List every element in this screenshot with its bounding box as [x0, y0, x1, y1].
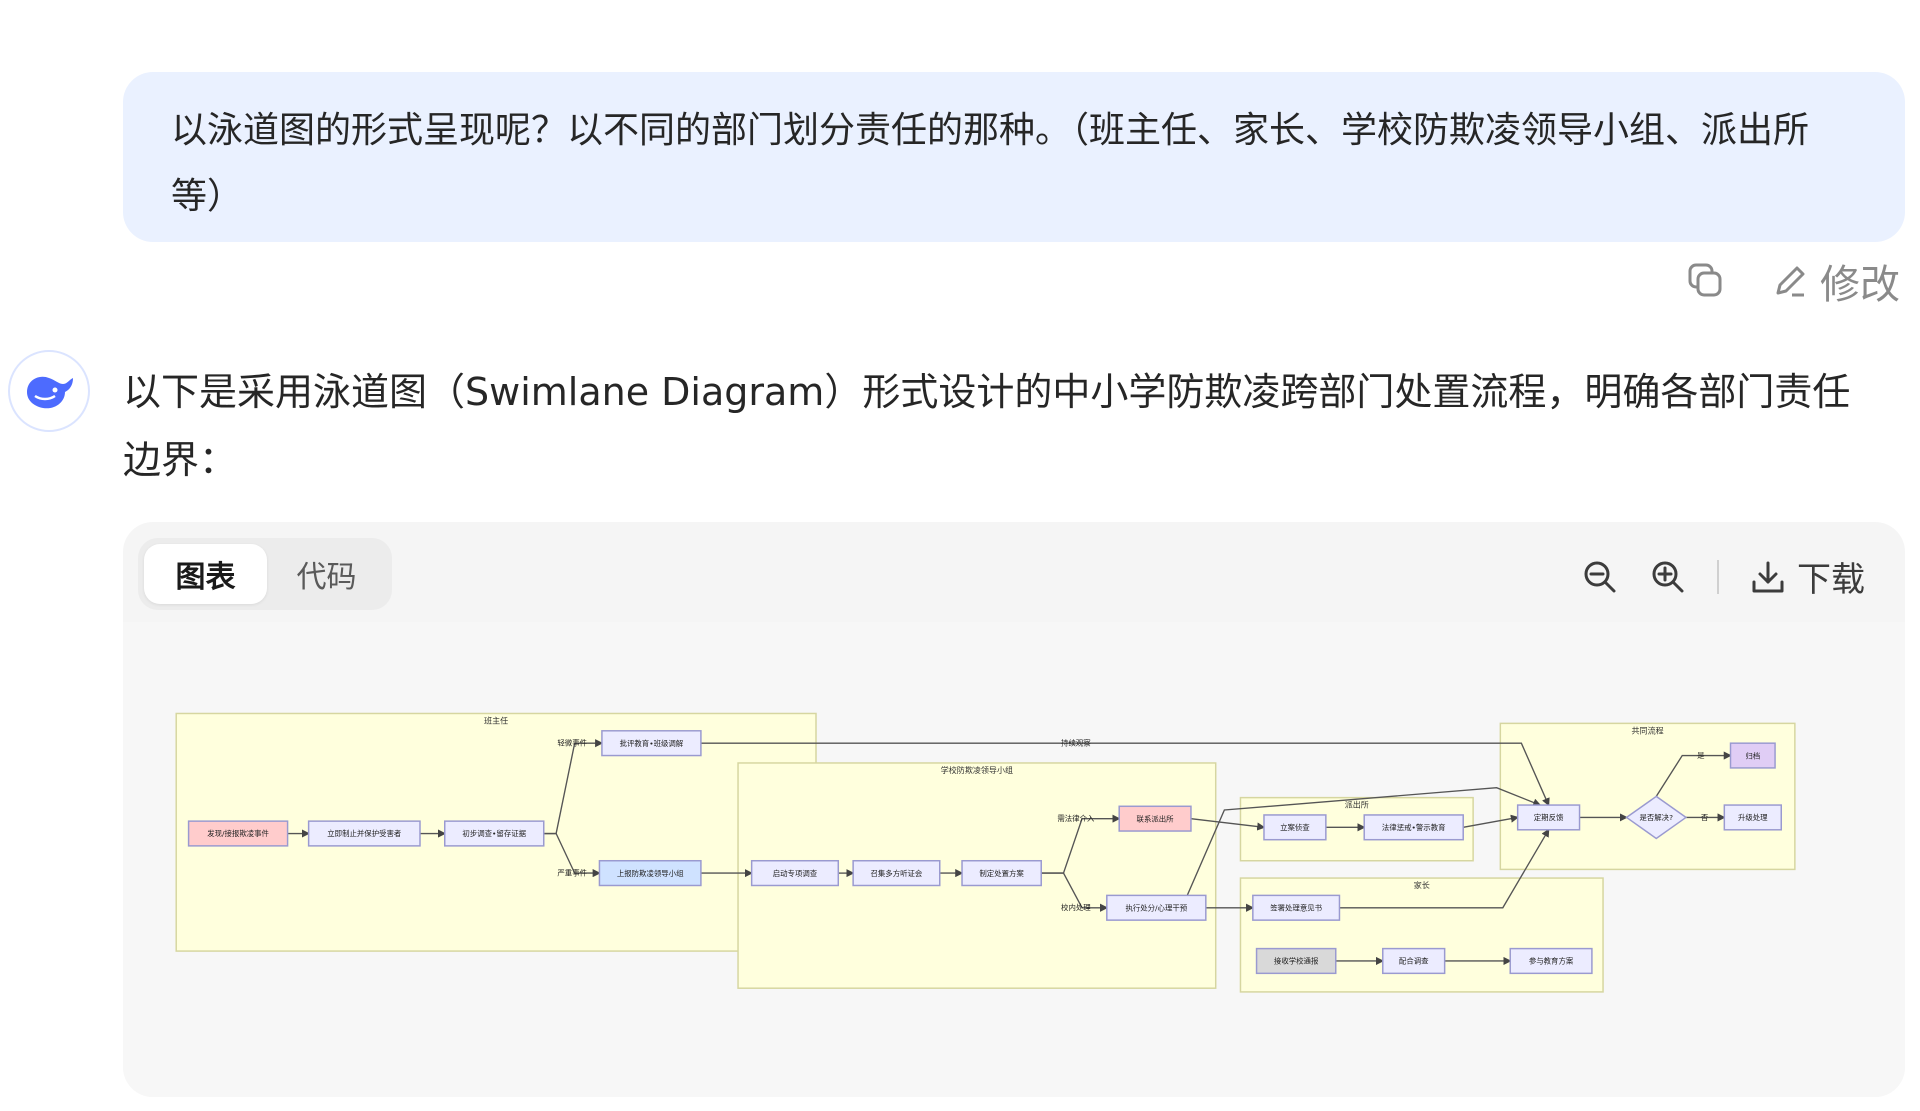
flow-node-n17[interactable]: 定期反馈 [1516, 804, 1581, 831]
flow-node-n4[interactable]: 批评教育•班级调解 [601, 730, 702, 757]
zoom-in-button[interactable] [1649, 558, 1687, 596]
diagram-toolbar: 下载 [1581, 552, 1865, 601]
node-label: 是否解决? [1639, 812, 1673, 822]
flow-node-n11[interactable]: 立案侦查 [1263, 814, 1327, 841]
node-label: 立案侦查 [1280, 822, 1310, 832]
edge-label-legal: 需法律介入 [1057, 813, 1095, 823]
flow-node-n14[interactable]: 接收学校通报 [1255, 947, 1337, 975]
node-label: 制定处置方案 [979, 868, 1024, 878]
lane-title-parent: 家长 [1414, 880, 1430, 890]
message-actions: 修改 [1684, 252, 1900, 310]
lane-title-teacher: 班主任 [484, 715, 508, 725]
whale-logo [27, 376, 73, 409]
diagram-card: 图表 代码 下载 班主任 学校防欺凌领导小组 派出所 家长 共同流程 轻微事件 … [123, 522, 1905, 1097]
node-label: 法律惩戒•警示教育 [1382, 822, 1446, 832]
node-label: 执行处分/心理干预 [1125, 902, 1187, 912]
lane-title-common: 共同流程 [1632, 725, 1664, 735]
flow-node-n16[interactable]: 参与教育方案 [1509, 947, 1593, 975]
zoom-out-button[interactable] [1581, 558, 1619, 596]
flow-node-n7[interactable]: 召集多方听证会 [852, 859, 941, 887]
edge-label-inschool: 校内处理 [1061, 902, 1091, 912]
edge-label-observe: 持续观察 [1061, 738, 1091, 748]
flow-node-n12[interactable]: 法律惩戒•警示教育 [1363, 814, 1464, 841]
node-label: 配合调查 [1399, 956, 1429, 966]
flow-node-n19[interactable]: 归档 [1729, 742, 1776, 769]
user-message-bubble: 以泳道图的形式呈现呢？以不同的部门划分责任的那种。（班主任、家长、学校防欺凌领导… [123, 72, 1905, 242]
lane-title-police: 派出所 [1345, 800, 1369, 810]
edge-label-minor: 轻微事件 [557, 738, 587, 748]
node-label: 接收学校通报 [1274, 956, 1319, 966]
download-icon [1752, 561, 1784, 592]
copy-icon [1688, 263, 1722, 297]
node-label: 批评教育•班级调解 [620, 738, 684, 748]
node-label: 初步调查•留存证据 [462, 828, 526, 838]
pencil-icon [1776, 266, 1805, 297]
edge-label-serious: 严重事件 [557, 868, 587, 878]
diagram-card-header: 图表 代码 下载 [123, 522, 1905, 622]
flow-node-n6[interactable]: 启动专项调查 [750, 859, 840, 887]
lane-title-group: 学校防欺凌领导小组 [941, 765, 1013, 775]
swimlane-diagram: 班主任学校防欺凌领导小组派出所家长 共同流程 轻微事件严重事件 持续观察需法律介入校… [175, 712, 1796, 993]
copy-button[interactable] [1684, 259, 1728, 303]
edge-label-yes: 是 [1697, 751, 1705, 760]
tab-code[interactable]: 代码 [267, 544, 386, 604]
node-label: 启动专项调查 [773, 868, 818, 878]
diagram-canvas[interactable]: 班主任学校防欺凌领导小组派出所家长 共同流程 轻微事件严重事件 持续观察需法律介入校… [123, 622, 1905, 1097]
node-label: 参与教育方案 [1529, 956, 1574, 966]
download-button[interactable]: 下载 [1749, 552, 1865, 601]
flow-node-n8[interactable]: 制定处置方案 [961, 859, 1042, 887]
flow-node-n13[interactable]: 签署处理意见书 [1252, 894, 1341, 921]
flow-node-n5[interactable]: 上报防欺凌领导小组 [598, 859, 702, 887]
node-label: 签署处理意见书 [1270, 902, 1322, 912]
flow-node-n2[interactable]: 立即制止并保护受害者 [307, 820, 421, 847]
flow-node-n15[interactable]: 配合调查 [1382, 947, 1446, 975]
flow-node-n20[interactable]: 升级处理 [1723, 804, 1782, 831]
assistant-avatar [8, 350, 90, 432]
node-label: 归档 [1745, 750, 1760, 760]
edge-label-no: 否 [1701, 813, 1709, 822]
edit-label: 修改 [1820, 262, 1900, 308]
node-label: 定期反馈 [1534, 812, 1564, 822]
flow-node-n10[interactable]: 执行处分/心理干预 [1106, 894, 1207, 921]
download-label: 下载 [1797, 560, 1865, 600]
flow-node-n3[interactable]: 初步调查•留存证据 [444, 820, 545, 847]
node-label: 立即制止并保护受害者 [327, 828, 401, 838]
user-message-text: 以泳道图的形式呈现呢？以不同的部门划分责任的那种。（班主任、家长、学校防欺凌领导… [171, 110, 1810, 217]
assistant-message-text: 以下是采用泳道图（Swimlane Diagram）形式设计的中小学防欺凌跨部门… [123, 370, 1851, 482]
node-label: 召集多方听证会 [871, 868, 923, 878]
toolbar-separator [1717, 559, 1719, 594]
node-label: 上报防欺凌领导小组 [617, 868, 684, 878]
zoom-out-icon [1584, 561, 1616, 592]
node-label: 发现/接报欺凌事件 [207, 828, 269, 838]
node-label: 联系派出所 [1137, 813, 1175, 823]
tab-chart[interactable]: 图表 [144, 544, 267, 604]
edit-button[interactable]: 修改 [1770, 252, 1900, 310]
node-label: 升级处理 [1738, 812, 1768, 822]
view-tabs: 图表 代码 [138, 538, 392, 610]
zoom-in-icon [1652, 561, 1684, 592]
flow-node-n9[interactable]: 联系派出所 [1118, 805, 1192, 832]
flow-node-n1[interactable]: 发现/接报欺凌事件 [187, 820, 289, 847]
